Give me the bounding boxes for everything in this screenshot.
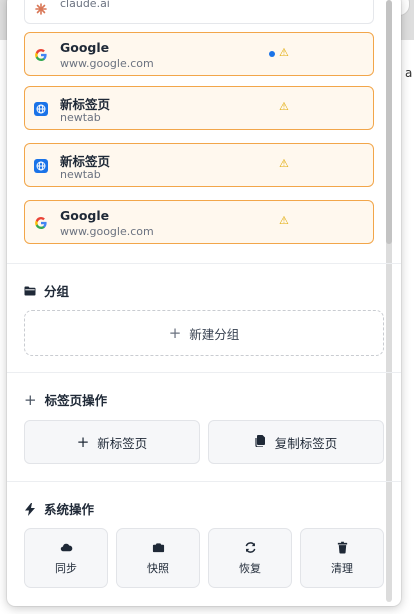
cleanup-label: 清理 bbox=[331, 561, 353, 575]
duplicate-tab-button[interactable]: 复制标签页 bbox=[208, 420, 384, 464]
system-actions-section-title: 系统操作 bbox=[24, 499, 94, 518]
tab-manager-popup: claude.ai Google www.google.com ⚠ 新标签页 n… bbox=[7, 0, 401, 606]
tab-url: www.google.com bbox=[60, 57, 154, 70]
claude-icon bbox=[34, 1, 48, 15]
globe-icon bbox=[34, 101, 48, 116]
tab-card[interactable]: claude.ai bbox=[24, 0, 374, 24]
duplicate-tab-label: 复制标签页 bbox=[274, 435, 338, 451]
sync-label: 同步 bbox=[55, 561, 77, 575]
tab-card[interactable]: Google www.google.com ⚠ bbox=[24, 32, 374, 76]
snapshot-label: 快照 bbox=[147, 561, 169, 575]
restore-button[interactable]: 恢复 bbox=[208, 528, 292, 588]
cloud-icon bbox=[60, 543, 72, 551]
plus-icon: + bbox=[24, 390, 37, 409]
section-title-text: 标签页操作 bbox=[44, 393, 108, 408]
section-divider bbox=[7, 263, 401, 264]
plus-icon: + bbox=[168, 324, 182, 342]
tab-actions-section-title: + 标签页操作 bbox=[24, 390, 107, 409]
section-divider bbox=[7, 481, 401, 482]
tab-title: Google bbox=[60, 40, 110, 55]
snapshot-button[interactable]: 快照 bbox=[116, 528, 200, 588]
copy-icon bbox=[255, 434, 267, 450]
new-group-button[interactable]: + 新建分组 bbox=[24, 310, 384, 356]
warning-icon: ⚠ bbox=[279, 46, 289, 59]
plus-icon: + bbox=[76, 433, 90, 451]
folder-icon bbox=[24, 285, 36, 297]
bolt-icon bbox=[24, 502, 36, 516]
tab-url: newtab bbox=[60, 111, 101, 124]
google-icon bbox=[34, 47, 48, 61]
tab-url: newtab bbox=[60, 168, 101, 181]
page-edge-text: a bbox=[405, 66, 413, 80]
warning-icon: ⚠ bbox=[279, 100, 289, 113]
scrollbar-thumb[interactable] bbox=[386, 0, 392, 244]
google-icon bbox=[34, 215, 48, 229]
cleanup-button[interactable]: 清理 bbox=[300, 528, 384, 588]
tab-url: claude.ai bbox=[60, 0, 110, 10]
scrollbar-track bbox=[386, 228, 392, 602]
new-group-label: 新建分组 bbox=[189, 326, 240, 342]
tab-title: Google bbox=[60, 208, 110, 223]
warning-icon: ⚠ bbox=[279, 214, 289, 227]
refresh-icon bbox=[245, 541, 255, 553]
new-tab-label: 新标签页 bbox=[97, 435, 148, 451]
globe-icon bbox=[34, 158, 48, 173]
tab-url: www.google.com bbox=[60, 225, 154, 238]
trash-icon bbox=[337, 541, 347, 553]
restore-label: 恢复 bbox=[239, 561, 261, 575]
tab-card[interactable]: 新标签页 newtab ⚠ bbox=[24, 86, 374, 130]
section-title-text: 系统操作 bbox=[44, 502, 95, 517]
warning-icon: ⚠ bbox=[279, 157, 289, 170]
new-tab-button[interactable]: + 新标签页 bbox=[24, 420, 200, 464]
tab-card[interactable]: Google www.google.com ⚠ bbox=[24, 200, 374, 244]
section-title-text: 分组 bbox=[44, 284, 70, 299]
section-divider bbox=[7, 372, 401, 373]
active-tab-indicator bbox=[269, 51, 275, 57]
camera-icon bbox=[152, 542, 164, 552]
sync-button[interactable]: 同步 bbox=[24, 528, 108, 588]
tab-card[interactable]: 新标签页 newtab ⚠ bbox=[24, 143, 374, 187]
groups-section-title: 分组 bbox=[24, 281, 69, 300]
